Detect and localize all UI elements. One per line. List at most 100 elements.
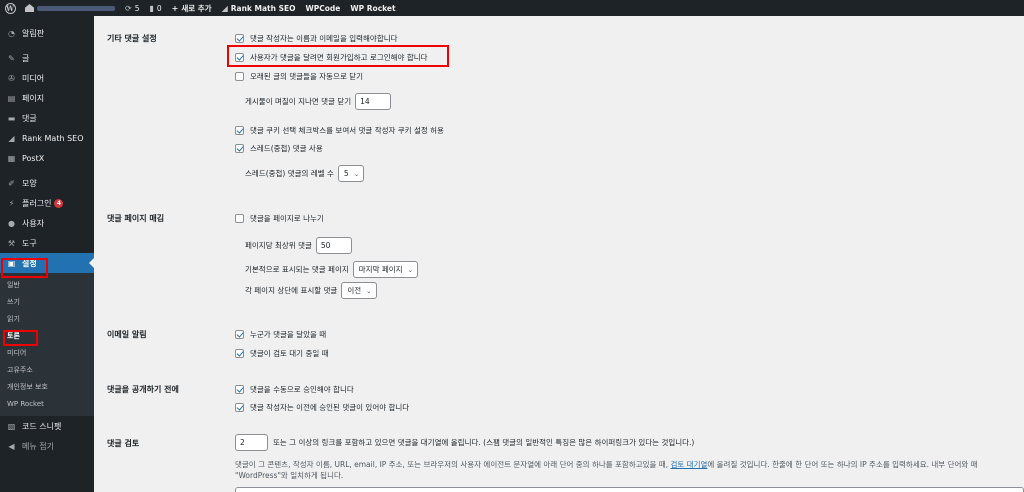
- checkbox-checked[interactable]: [235, 403, 244, 412]
- field-default-page: 기본적으로 표시되는 댓글 페이지 마지막 페이지 ⌄: [245, 261, 419, 278]
- submenu-reading[interactable]: 읽기: [0, 310, 94, 327]
- wrench-icon: ⚒: [7, 238, 16, 248]
- sidebar-item-plugins[interactable]: ⚡ 플러그인 4: [0, 193, 94, 213]
- default-page-select[interactable]: 마지막 페이지 ⌄: [352, 261, 419, 278]
- user-icon: ●: [8, 218, 15, 228]
- moderation-queue-link[interactable]: 검토 대기열: [670, 460, 707, 469]
- chevron-down-icon: ⌄: [407, 265, 414, 274]
- comments-link[interactable]: ▮ 0: [144, 0, 166, 16]
- sidebar-item-label: 페이지: [22, 93, 45, 103]
- field-per-page: 페이지당 최상위 댓글 50: [245, 237, 352, 254]
- gauge-icon: ◔: [8, 28, 15, 38]
- checkbox-checked[interactable]: [235, 34, 244, 43]
- checkbox-checked[interactable]: [235, 144, 244, 153]
- pin-icon: ✎: [8, 53, 15, 63]
- moderation-description: 댓글이 그 콘텐츠, 작성자 이름, URL, email, IP 주소, 또는…: [235, 460, 978, 480]
- checkbox-unchecked[interactable]: [235, 72, 244, 81]
- refresh-icon: ⟳: [125, 3, 132, 13]
- new-content-link[interactable]: + 새로 추가: [167, 0, 217, 16]
- rank-math-label: Rank Math SEO: [230, 3, 296, 13]
- checkbox-checked[interactable]: [235, 385, 244, 394]
- chevron-down-icon: ⌄: [353, 169, 360, 178]
- submenu-writing[interactable]: 쓰기: [0, 293, 94, 310]
- wp-rocket-link[interactable]: WP Rocket: [345, 0, 400, 16]
- updates-link[interactable]: ⟳ 5: [120, 0, 144, 16]
- section-label-moderation: 댓글 검토: [107, 439, 140, 448]
- sidebar-item-code-snippets[interactable]: ▧ 코드 스니펫: [0, 416, 94, 436]
- per-page-input[interactable]: 50: [315, 237, 352, 254]
- plugin-update-badge: 4: [54, 198, 64, 208]
- wpcode-link[interactable]: WPCode: [301, 0, 346, 16]
- sidebar-item-appearance[interactable]: ✐ 모양: [0, 173, 94, 193]
- sidebar-item-rank-math[interactable]: ◢ Rank Math SEO: [0, 128, 94, 148]
- plus-icon: +: [171, 3, 179, 13]
- submenu-general[interactable]: 일반: [0, 276, 94, 293]
- moderation-keys-textarea[interactable]: [235, 487, 1024, 492]
- admin-sidebar: ◔ 알림판 ✎ 글 ✇ 미디어 ▤ 페이지 ▬ 댓글 ◢ Rank Math S…: [0, 16, 94, 492]
- option-manual-approval[interactable]: 댓글을 수동으로 승인해야 합니다: [235, 384, 354, 395]
- sidebar-item-tools[interactable]: ⚒ 도구: [0, 233, 94, 253]
- section-label-other: 기타 댓글 설정: [107, 34, 157, 43]
- new-content-label: 새로 추가: [181, 3, 212, 13]
- rank-math-icon: ◢: [8, 133, 15, 143]
- settings-content: 기타 댓글 설정 댓글 작성자는 이름과 이메일을 입력해야합니다 사용자가 댓…: [94, 16, 1024, 492]
- rank-math-link[interactable]: ◢ Rank Math SEO: [217, 0, 301, 16]
- sidebar-item-label: 글: [22, 53, 30, 63]
- code-icon: ▧: [7, 421, 16, 431]
- wordpress-logo-icon[interactable]: W: [0, 0, 20, 16]
- option-threaded-comments[interactable]: 스레드(중첩) 댓글 사용: [235, 143, 323, 154]
- settings-submenu: 일반 쓰기 읽기 토론 미디어 고유주소 개인정보 보호 WP Rocket: [0, 273, 94, 416]
- checkbox-checked[interactable]: [235, 126, 244, 135]
- option-close-old-comments[interactable]: 오래된 글의 댓글들을 자동으로 닫기: [235, 71, 363, 82]
- sidebar-item-label: 도구: [22, 238, 37, 248]
- comment-order-select[interactable]: 이전 ⌄: [341, 282, 377, 299]
- submenu-discussion[interactable]: 토론: [0, 327, 94, 344]
- sidebar-item-media[interactable]: ✇ 미디어: [0, 68, 94, 88]
- home-icon: [25, 4, 34, 12]
- media-icon: ✇: [8, 73, 15, 83]
- checkbox-checked[interactable]: [235, 330, 244, 339]
- sidebar-item-label: 사용자: [22, 218, 45, 228]
- sidebar-item-settings[interactable]: ▣ 설정: [0, 253, 94, 273]
- sidebar-item-comments[interactable]: ▬ 댓글: [0, 108, 94, 128]
- sidebar-item-label: 메뉴 접기: [22, 441, 54, 451]
- moderation-links-input[interactable]: 2: [235, 434, 268, 451]
- comment-icon: ▮: [149, 3, 154, 13]
- option-cookies-opt-in[interactable]: 댓글 쿠키 선택 체크박스를 보여서 댓글 작성자 쿠키 설정 허용: [235, 125, 444, 136]
- sidebar-item-label: 미디어: [22, 73, 45, 83]
- option-break-comments[interactable]: 댓글을 페이지로 나누기: [235, 213, 324, 224]
- section-label-before-appears: 댓글을 공개하기 전에: [107, 385, 179, 394]
- submenu-permalinks[interactable]: 고유주소: [0, 361, 94, 378]
- submenu-wp-rocket[interactable]: WP Rocket: [0, 395, 94, 412]
- sidebar-item-posts[interactable]: ✎ 글: [0, 48, 94, 68]
- thread-depth-select[interactable]: 5 ⌄: [337, 165, 365, 182]
- sidebar-item-dashboard[interactable]: ◔ 알림판: [0, 23, 94, 43]
- rank-math-icon: ◢: [221, 3, 228, 13]
- checkbox-checked[interactable]: [235, 53, 244, 62]
- option-require-registration[interactable]: 사용자가 댓글을 달려면 회원가입하고 로그인해야 합니다: [235, 52, 428, 63]
- sidebar-item-label: 알림판: [22, 28, 45, 38]
- checkbox-unchecked[interactable]: [235, 214, 244, 223]
- sidebar-item-label: Rank Math SEO: [22, 133, 84, 143]
- checkbox-checked[interactable]: [235, 349, 244, 358]
- option-email-anyone-posts[interactable]: 누군가 댓글을 달았을 때: [235, 329, 326, 340]
- settings-icon: ▣: [7, 258, 16, 268]
- submenu-media[interactable]: 미디어: [0, 344, 94, 361]
- chevron-down-icon: ⌄: [366, 286, 372, 295]
- comment-icon: ▬: [7, 113, 16, 123]
- sidebar-item-postx[interactable]: ▦ PostX: [0, 148, 94, 168]
- site-name-link[interactable]: [20, 0, 120, 16]
- submenu-privacy[interactable]: 개인정보 보호: [0, 378, 94, 395]
- collapse-menu-button[interactable]: ◀ 메뉴 접기: [0, 436, 94, 456]
- option-require-name-email[interactable]: 댓글 작성자는 이름과 이메일을 입력해야합니다: [235, 33, 398, 44]
- field-comment-order: 각 페이지 상단에 표시할 댓글 이전 ⌄: [245, 282, 377, 299]
- page-icon: ▤: [7, 93, 16, 103]
- sidebar-item-users[interactable]: ● 사용자: [0, 213, 94, 233]
- sidebar-item-pages[interactable]: ▤ 페이지: [0, 88, 94, 108]
- option-email-moderation[interactable]: 댓글이 검토 대기 중일 때: [235, 348, 329, 359]
- collapse-icon: ◀: [8, 441, 15, 451]
- close-days-input[interactable]: 14: [355, 93, 392, 110]
- plug-icon: ⚡: [8, 198, 15, 208]
- sidebar-item-label: 모양: [22, 178, 37, 188]
- option-previously-approved[interactable]: 댓글 작성자는 이전에 승인된 댓글이 있어야 합니다: [235, 402, 409, 413]
